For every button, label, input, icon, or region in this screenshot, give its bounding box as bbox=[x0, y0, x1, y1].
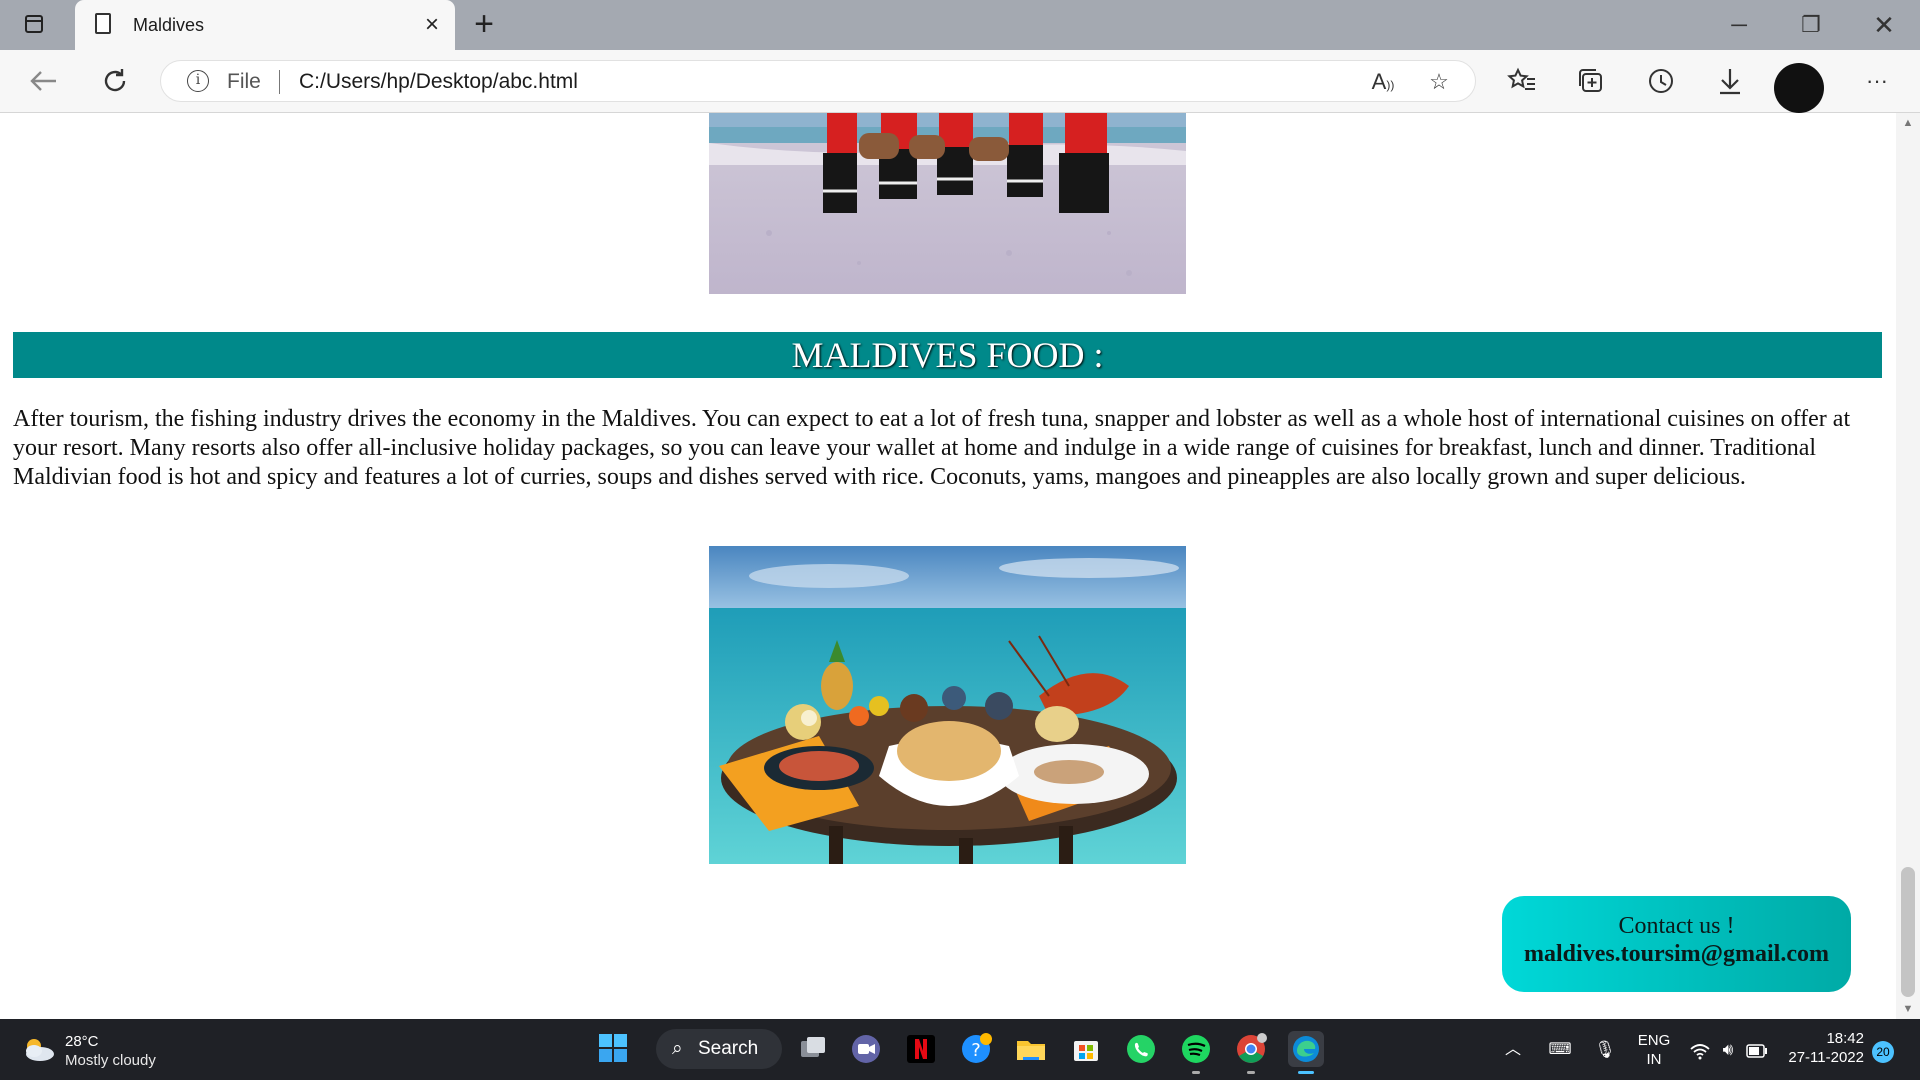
contact-box[interactable]: Contact us ! maldives.toursim@gmail.com bbox=[1502, 896, 1851, 992]
back-icon[interactable] bbox=[24, 62, 62, 100]
cloudy-weather-icon bbox=[26, 1039, 54, 1061]
food-tray-photo bbox=[709, 546, 1186, 864]
spotify-running-indicator bbox=[1192, 1071, 1200, 1074]
browser-tab[interactable]: Maldives × bbox=[75, 0, 455, 50]
profile-avatar[interactable] bbox=[1774, 63, 1824, 113]
food-section-heading: MALDIVES FOOD : bbox=[13, 332, 1882, 378]
tab-actions-icon[interactable] bbox=[22, 12, 48, 38]
search-icon: ⌕ bbox=[672, 1038, 683, 1059]
minimize-icon[interactable]: ─ bbox=[1703, 0, 1775, 50]
wifi-icon[interactable] bbox=[1688, 1019, 1712, 1080]
more-icon[interactable]: ··· bbox=[1858, 62, 1896, 100]
read-aloud-icon[interactable]: A)) bbox=[1369, 68, 1397, 96]
page-viewport: MALDIVES FOOD : After tourism, the fishi… bbox=[0, 113, 1896, 1019]
language-code: ENG bbox=[1637, 1032, 1671, 1049]
task-view-icon[interactable] bbox=[795, 1031, 831, 1067]
scroll-down-icon[interactable]: ▼ bbox=[1896, 999, 1920, 1019]
teams-icon[interactable] bbox=[848, 1031, 884, 1067]
edge-icon[interactable] bbox=[1288, 1031, 1324, 1067]
clock-date: 27-11-2022 bbox=[1788, 1049, 1864, 1066]
collections-icon[interactable] bbox=[1572, 62, 1610, 100]
weather-temperature: 28°C bbox=[65, 1033, 99, 1050]
info-icon[interactable]: i bbox=[187, 70, 209, 92]
close-icon[interactable]: × bbox=[419, 12, 445, 38]
weather-widget[interactable]: 28°C Mostly cloudy bbox=[20, 1031, 180, 1071]
refresh-icon[interactable] bbox=[96, 62, 134, 100]
netflix-icon[interactable] bbox=[903, 1031, 939, 1067]
page-scrollbar[interactable]: ▲ ▼ bbox=[1896, 113, 1920, 1019]
scrollbar-thumb[interactable] bbox=[1901, 867, 1915, 997]
help-icon[interactable]: ? bbox=[958, 1031, 994, 1067]
chrome-running-indicator bbox=[1247, 1071, 1255, 1074]
edge-active-indicator bbox=[1298, 1071, 1314, 1074]
svg-text:?: ? bbox=[971, 1040, 981, 1061]
show-hidden-icons-chevron-icon[interactable]: ︿ bbox=[1500, 1019, 1526, 1080]
browser-title-bar: Maldives × + ─ ❐ ✕ bbox=[0, 0, 1920, 50]
taskbar-search[interactable]: ⌕ Search bbox=[656, 1029, 782, 1069]
dancers-photo bbox=[709, 113, 1186, 294]
plus-icon[interactable]: + bbox=[467, 7, 501, 42]
clock-time: 18:42 bbox=[1826, 1030, 1864, 1047]
add-favorite-icon[interactable]: ☆ bbox=[1425, 68, 1453, 96]
address-separator bbox=[279, 70, 280, 94]
contact-email-link[interactable]: maldives.toursim@gmail.com bbox=[1502, 940, 1851, 968]
address-scheme: File bbox=[227, 70, 261, 93]
volume-icon[interactable]: 🔊︎ bbox=[1716, 1019, 1740, 1080]
address-url[interactable]: C:/Users/hp/Desktop/abc.html bbox=[299, 70, 578, 94]
scroll-up-icon[interactable]: ▲ bbox=[1896, 113, 1920, 133]
restore-icon[interactable]: ❐ bbox=[1775, 0, 1847, 50]
tab-title: Maldives bbox=[133, 15, 205, 35]
download-icon[interactable] bbox=[1711, 62, 1749, 100]
browser-nav-bar: i File C:/Users/hp/Desktop/abc.html A)) … bbox=[0, 50, 1920, 113]
keyboard-icon[interactable]: ⌨ bbox=[1546, 1019, 1574, 1080]
page-icon bbox=[95, 13, 111, 34]
store-icon[interactable] bbox=[1068, 1031, 1104, 1067]
taskbar-clock[interactable]: 18:42 27-11-2022 bbox=[1780, 1029, 1864, 1067]
language-indicator[interactable]: ENG IN bbox=[1634, 1019, 1674, 1071]
favorites-icon[interactable] bbox=[1503, 62, 1541, 100]
language-region: IN bbox=[1646, 1051, 1662, 1068]
microphone-icon[interactable]: 🎙 bbox=[1592, 1019, 1618, 1080]
address-bar[interactable]: i File C:/Users/hp/Desktop/abc.html A)) … bbox=[160, 60, 1476, 102]
window-close-icon[interactable]: ✕ bbox=[1848, 0, 1920, 50]
history-icon[interactable] bbox=[1642, 62, 1680, 100]
spotify-icon[interactable] bbox=[1178, 1031, 1214, 1067]
chrome-icon[interactable] bbox=[1233, 1031, 1269, 1067]
whatsapp-icon[interactable] bbox=[1123, 1031, 1159, 1067]
file-explorer-icon[interactable] bbox=[1013, 1031, 1049, 1067]
weather-condition: Mostly cloudy bbox=[65, 1052, 156, 1069]
windows-taskbar: 28°C Mostly cloudy ⌕ Search ? ︿ ⌨ 🎙 ENG … bbox=[0, 1019, 1920, 1080]
battery-icon[interactable] bbox=[1744, 1019, 1770, 1080]
taskbar-search-label: Search bbox=[698, 1038, 759, 1059]
food-description-paragraph: After tourism, the fishing industry driv… bbox=[13, 406, 1851, 490]
notification-badge[interactable]: 20 bbox=[1872, 1041, 1894, 1063]
contact-label: Contact us ! bbox=[1618, 913, 1735, 939]
windows-start-icon[interactable] bbox=[596, 1031, 632, 1067]
